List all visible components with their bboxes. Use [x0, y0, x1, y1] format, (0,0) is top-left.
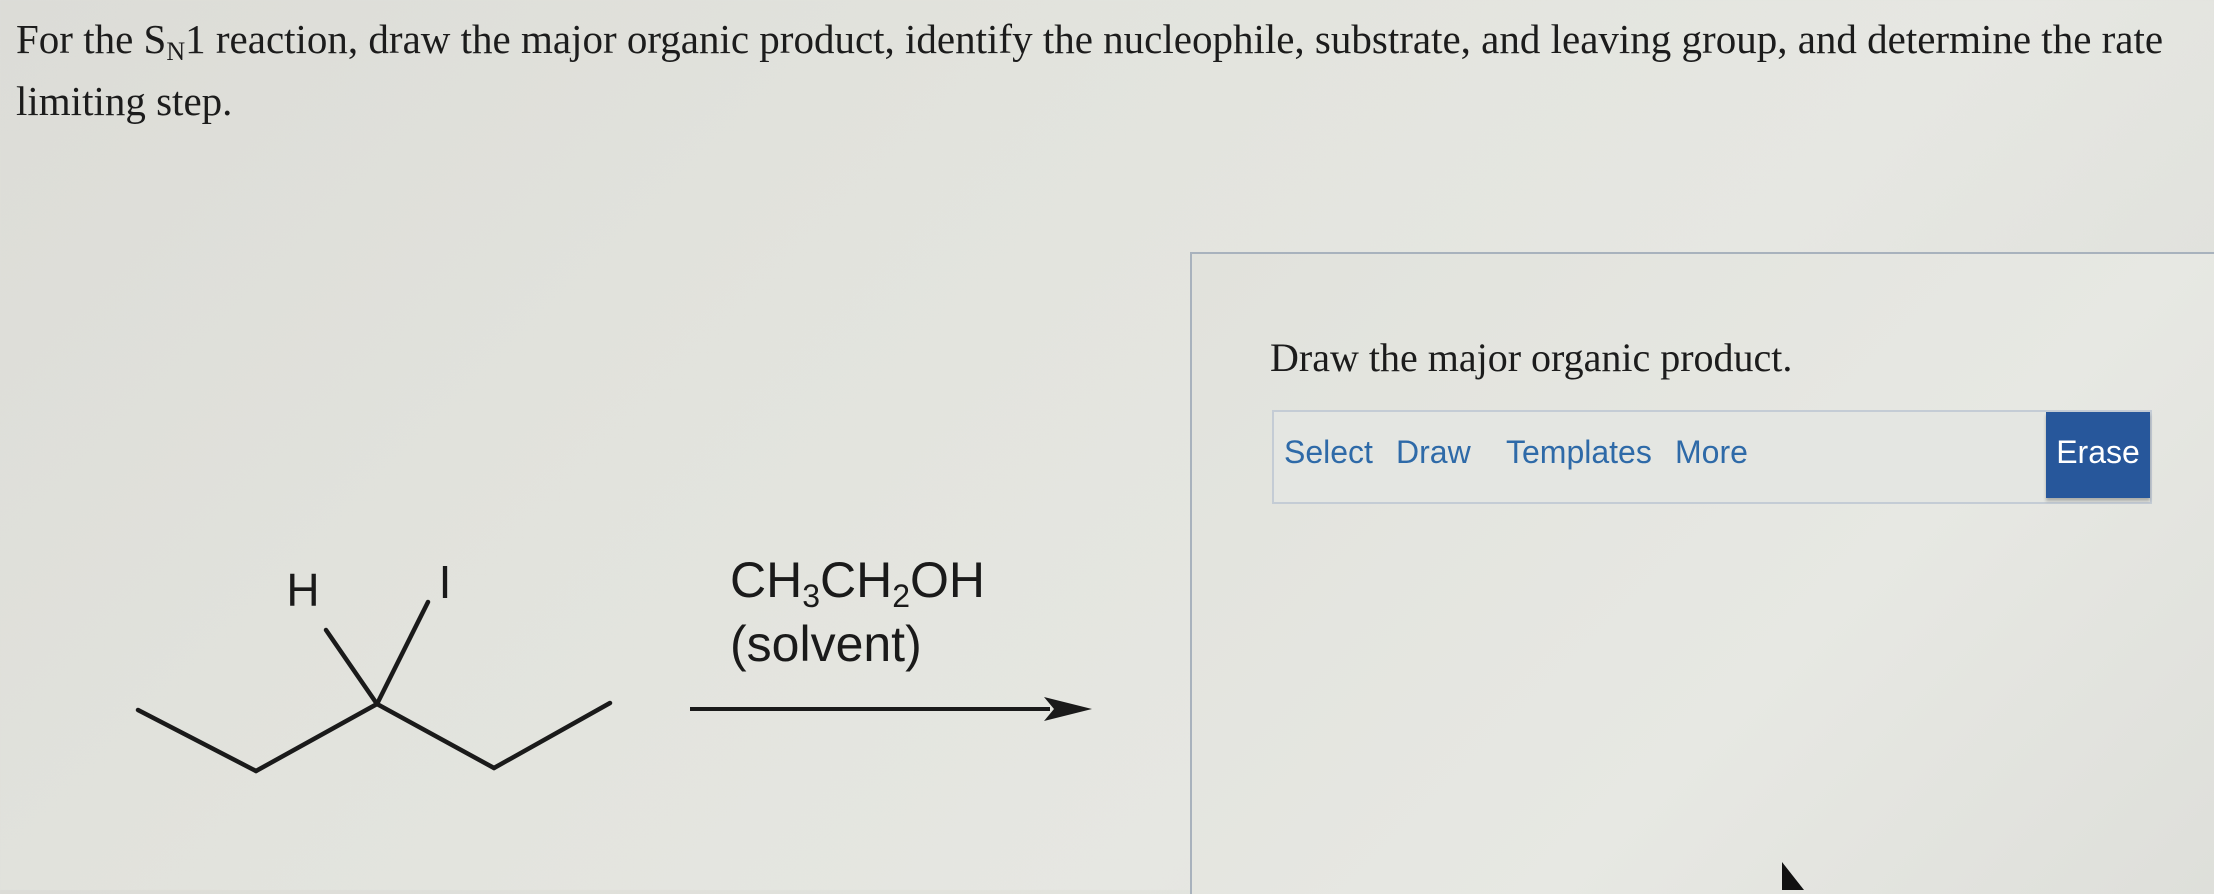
drawing-toolbar: Select Draw Templates More Erase — [1272, 410, 2152, 504]
pointer-cursor-icon — [1782, 862, 1804, 890]
reaction-drawing: H I — [135, 556, 1092, 774]
templates-button[interactable]: Templates — [1506, 434, 1652, 471]
substrate-skeleton — [135, 599, 613, 774]
bond-ethyl-left-2 — [253, 701, 380, 774]
reagent-block: CH3CH2OH (solvent) — [730, 548, 985, 676]
bond-ethyl-right-2 — [491, 700, 613, 771]
bond-c-h — [323, 627, 380, 707]
cursor-arrow-shape — [1782, 862, 1804, 890]
reagent-ch2: CH — [820, 552, 893, 608]
reagent-ch3-sub: 3 — [802, 578, 821, 614]
drawing-panel[interactable]: Draw the major organic product. Select D… — [1190, 252, 2214, 894]
reagent-solvent-label: (solvent) — [730, 616, 922, 672]
bond-ethyl-right-1 — [374, 701, 497, 771]
erase-button[interactable]: Erase — [2046, 412, 2150, 498]
more-button[interactable]: More — [1675, 434, 1748, 471]
atom-label-i: I — [439, 556, 452, 608]
draw-button[interactable]: Draw — [1396, 434, 1471, 471]
bond-ethyl-left-1 — [135, 707, 259, 774]
atom-label-h: H — [286, 564, 319, 616]
reaction-scheme: H I CH3CH2OH (solvent) — [0, 0, 1190, 890]
reagent-ch2-sub: 2 — [892, 578, 911, 614]
reagent-ch3: CH — [730, 552, 803, 608]
panel-title: Draw the major organic product. — [1270, 335, 1793, 380]
bond-c-i — [374, 599, 431, 707]
reagent-formula: CH3CH2OH — [730, 548, 985, 612]
reagent-oh: OH — [910, 552, 986, 608]
reaction-arrow-head — [1044, 697, 1092, 721]
select-button[interactable]: Select — [1284, 434, 1373, 471]
